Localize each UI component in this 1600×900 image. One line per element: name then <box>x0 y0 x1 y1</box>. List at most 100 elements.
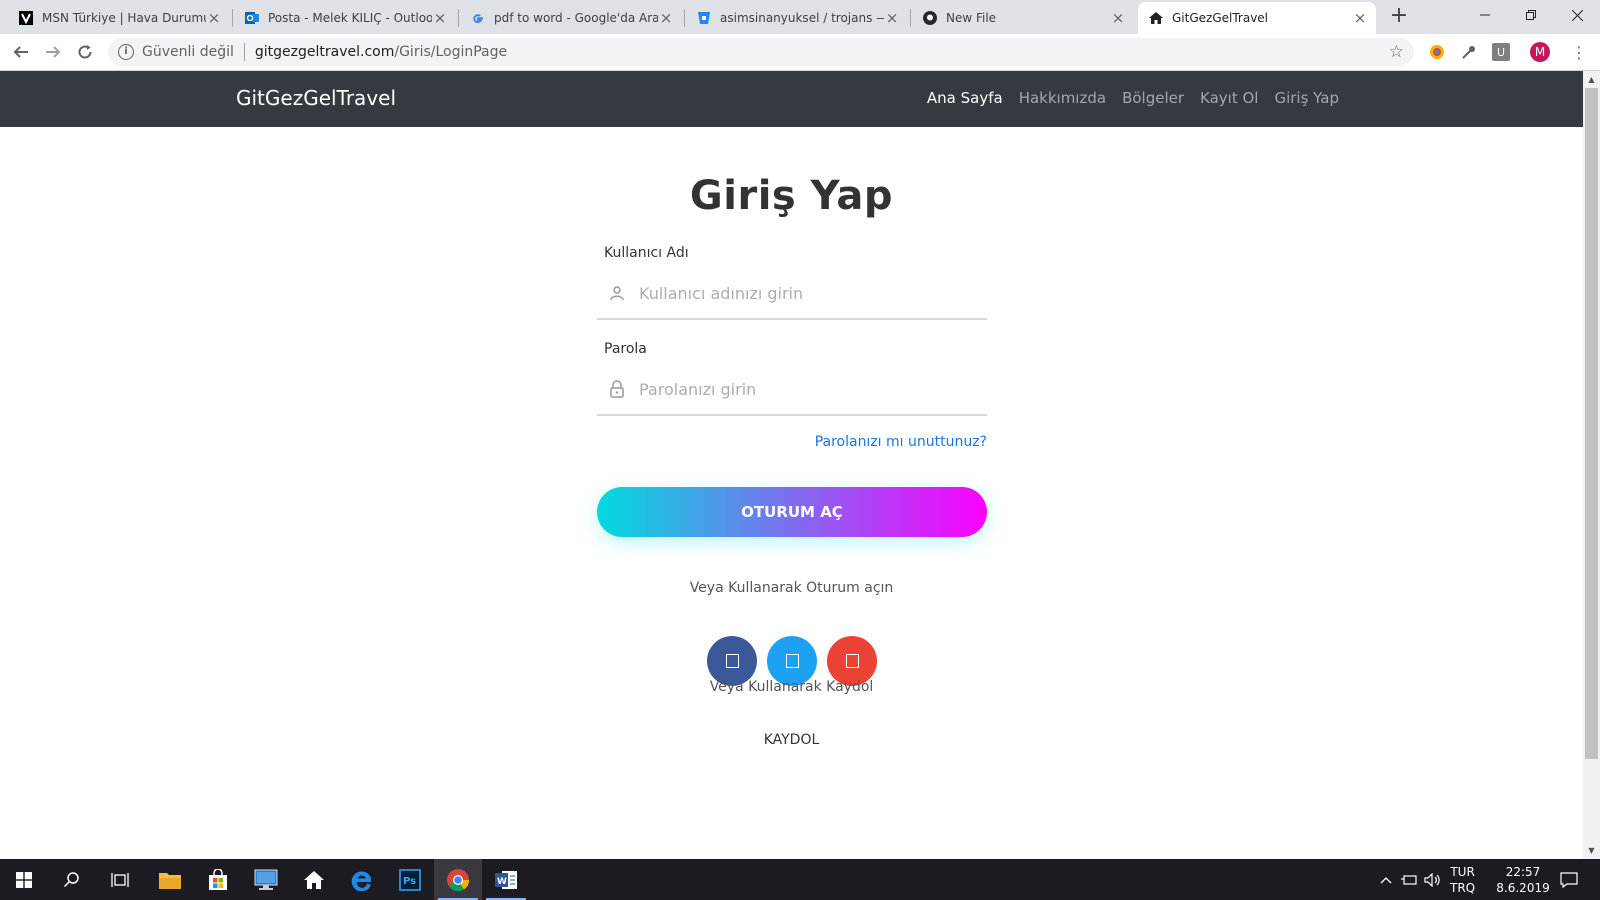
taskbar-file-explorer[interactable] <box>146 859 194 900</box>
forward-arrow-icon <box>46 46 61 58</box>
clock-date: 8.6.2019 <box>1496 880 1550 895</box>
close-icon[interactable]: × <box>432 10 448 26</box>
taskbar-remote-desktop[interactable] <box>242 859 290 900</box>
tab-separator <box>458 9 459 27</box>
profile-avatar[interactable]: M <box>1530 42 1550 62</box>
alt-signup-text: Veya Kullanarak Kaydol <box>709 679 874 695</box>
u-extension-icon[interactable]: U <box>1492 43 1510 61</box>
close-icon[interactable]: × <box>884 10 900 26</box>
outlook-icon <box>244 10 260 26</box>
back-button[interactable] <box>8 39 34 65</box>
taskbar-home[interactable] <box>290 859 338 900</box>
search-button[interactable] <box>48 859 96 900</box>
nav-giris-yap[interactable]: Giriş Yap <box>1274 89 1339 107</box>
network-icon[interactable] <box>1400 859 1418 900</box>
notification-icon[interactable] <box>1560 859 1578 900</box>
taskbar-word[interactable]: W <box>482 859 530 900</box>
tab-bitbucket[interactable]: asimsinanyuksel / trojans — Bi × <box>686 2 908 34</box>
divider <box>243 43 245 61</box>
restore-button[interactable] <box>1508 0 1554 30</box>
tab-msn[interactable]: MSN Türkiye | Hava Durumu, S × <box>8 2 230 34</box>
store-bag-icon <box>209 868 227 890</box>
taskbar-photoshop[interactable]: Ps <box>386 859 434 900</box>
msn-icon <box>18 10 34 26</box>
folder-icon <box>159 872 181 889</box>
forward-button[interactable] <box>40 39 66 65</box>
taskbar-chrome[interactable] <box>434 859 482 900</box>
password-label: Parola <box>604 341 647 357</box>
eyedropper-extension-icon[interactable] <box>1460 43 1478 61</box>
home-icon <box>304 870 324 889</box>
tray-chevron-icon[interactable] <box>1380 859 1392 900</box>
password-input[interactable] <box>639 379 959 399</box>
close-icon[interactable]: × <box>1110 10 1126 26</box>
tab-outlook[interactable]: Posta - Melek KILIÇ - Outlook × <box>234 2 456 34</box>
reload-icon <box>78 45 92 59</box>
lock-icon <box>607 379 627 399</box>
taskbar-store[interactable] <box>194 859 242 900</box>
close-icon[interactable]: × <box>1352 10 1368 26</box>
tab-google[interactable]: pdf to word - Google'da Ara × <box>460 2 682 34</box>
url-host: gitgezgeltravel.com <box>254 44 395 60</box>
login-button[interactable]: OTURUM AÇ <box>597 487 987 537</box>
svg-text:W: W <box>497 877 507 887</box>
edge-icon <box>351 871 371 891</box>
windows-taskbar: Ps W TUR TRQ 22:57 8.6.2019 <box>0 859 1600 900</box>
signup-link[interactable]: KAYDOL <box>0 732 1583 748</box>
forgot-password-link[interactable]: Parolanızı mı unuttunuz? <box>815 434 987 450</box>
tab-separator <box>910 9 911 27</box>
tab-github[interactable]: New File × <box>912 2 1134 34</box>
site-navbar: GitGezGelTravel Ana Sayfa Hakkımızda Böl… <box>0 71 1583 127</box>
scroll-down-icon[interactable]: ▼ <box>1583 842 1600 859</box>
nav-hakkimizda[interactable]: Hakkımızda <box>1019 89 1106 107</box>
nav-bolgeler[interactable]: Bölgeler <box>1122 89 1184 107</box>
search-icon <box>63 871 79 887</box>
close-icon[interactable]: × <box>658 10 674 26</box>
username-label: Kullanıcı Adı <box>604 245 689 261</box>
page-scrollbar[interactable]: ▲ ▼ <box>1583 71 1600 859</box>
windows-logo-icon <box>16 871 32 888</box>
svg-text:Ps: Ps <box>403 876 416 887</box>
back-arrow-icon <box>13 46 28 58</box>
page-viewport: GitGezGelTravel Ana Sayfa Hakkımızda Böl… <box>0 71 1583 859</box>
browser-tab-strip: MSN Türkiye | Hava Durumu, S × Posta - M… <box>0 0 1600 34</box>
nav-ana-sayfa[interactable]: Ana Sayfa <box>927 89 1003 107</box>
minimize-button[interactable] <box>1462 0 1508 30</box>
page-title: Giriş Yap <box>689 173 894 219</box>
word-icon: W <box>495 870 517 889</box>
task-view-icon <box>111 872 129 887</box>
color-extension-icon[interactable] <box>1428 43 1446 61</box>
password-field[interactable] <box>597 364 987 416</box>
clock-time: 22:57 <box>1505 864 1541 879</box>
monitor-icon <box>254 869 278 890</box>
chrome-icon <box>447 868 470 891</box>
scroll-up-icon[interactable]: ▲ <box>1583 71 1600 88</box>
info-icon[interactable]: i <box>118 44 134 60</box>
clock[interactable]: 22:57 8.6.2019 <box>1490 859 1556 900</box>
close-icon[interactable]: × <box>206 10 222 26</box>
site-nav-links: Ana Sayfa Hakkımızda Bölgeler Kayıt Ol G… <box>927 89 1339 107</box>
github-icon <box>922 10 938 26</box>
scrollbar-thumb[interactable] <box>1585 88 1598 759</box>
reload-button[interactable] <box>72 39 98 65</box>
username-input[interactable] <box>639 283 959 303</box>
bookmark-star-icon[interactable]: ☆ <box>1389 42 1404 62</box>
tab-separator <box>684 9 685 27</box>
security-label: Güvenli değil <box>142 44 234 60</box>
nav-kayit-ol[interactable]: Kayıt Ol <box>1200 89 1258 107</box>
volume-icon[interactable] <box>1424 859 1442 900</box>
task-view-button[interactable] <box>96 859 144 900</box>
tab-gitgezgeltravel[interactable]: GitGezGelTravel × <box>1138 2 1376 34</box>
start-button[interactable] <box>0 859 48 900</box>
site-brand[interactable]: GitGezGelTravel <box>236 86 396 110</box>
language-indicator[interactable]: TUR TRQ <box>1450 859 1475 900</box>
address-bar[interactable]: i Güvenli değil gitgezgeltravel.com/Giri… <box>108 38 1414 66</box>
username-field[interactable] <box>597 268 987 320</box>
facebook-icon <box>725 654 739 668</box>
taskbar-edge[interactable] <box>338 859 386 900</box>
new-tab-button[interactable]: + <box>1387 5 1411 29</box>
close-window-button[interactable] <box>1554 0 1600 30</box>
google-plus-icon <box>845 654 859 668</box>
home-icon <box>1148 10 1164 26</box>
menu-dots-icon[interactable]: ⋮ <box>1570 43 1588 62</box>
